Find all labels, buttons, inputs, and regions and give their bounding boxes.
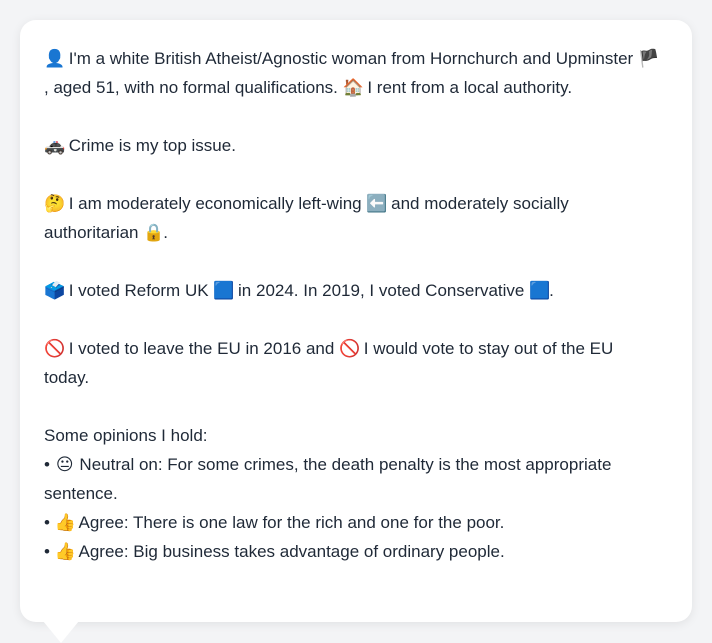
opinion-item: • 👍 Agree: There is one law for the rich… <box>44 508 662 537</box>
england-flag-icon: 🏴 <box>637 49 660 68</box>
blue-square-icon: 🟦 <box>529 281 551 300</box>
opinions-section: Some opinions I hold: • 😐 Neutral on: Fo… <box>44 421 662 566</box>
opinion-text: Agree: Big business takes advantage of o… <box>78 542 505 561</box>
bullet: • <box>44 455 50 474</box>
opinion-item: • 😐 Neutral on: For some crimes, the dea… <box>44 450 662 508</box>
eu-2016-text: I voted to leave the EU in 2016 and <box>68 339 335 358</box>
ideology-paragraph: 🤔 I am moderately economically left-wing… <box>44 189 662 247</box>
period: . <box>163 223 168 242</box>
left-arrow-icon: ⬅️ <box>366 194 388 213</box>
issue-paragraph: 🚓 Crime is my top issue. <box>44 131 662 160</box>
thinking-face-icon: 🤔 <box>44 194 66 213</box>
ballot-box-icon: 🗳️ <box>44 281 66 300</box>
period: . <box>549 281 554 300</box>
opinion-text: Neutral on: For some crimes, the death p… <box>44 455 612 503</box>
intro-text-age: , aged 51, with no formal qualifications… <box>44 78 338 97</box>
neutral-face-icon: 😐 <box>55 455 74 474</box>
intro-text-housing: I rent from a local authority. <box>367 78 573 97</box>
ideology-economic-text: I am moderately economically left-wing <box>68 194 362 213</box>
person-icon: 👤 <box>44 49 66 68</box>
persona-message-bubble: 👤 I'm a white British Atheist/Agnostic w… <box>20 20 692 622</box>
thumbs-up-icon: 👍 <box>54 513 76 532</box>
vote-2024-text: I voted Reform UK <box>68 281 209 300</box>
thumbs-up-icon: 👍 <box>54 542 76 561</box>
intro-paragraph: 👤 I'm a white British Atheist/Agnostic w… <box>44 44 662 102</box>
vote-2019-text: in 2024. In 2019, I voted Conservative <box>238 281 525 300</box>
blue-square-icon: 🟦 <box>213 281 235 300</box>
opinion-item: • 👍 Agree: Big business takes advantage … <box>44 537 662 566</box>
police-car-icon: 🚓 <box>44 136 66 155</box>
issue-text: Crime is my top issue. <box>68 136 236 155</box>
house-icon: 🏠 <box>342 78 364 97</box>
bullet: • <box>44 513 50 532</box>
opinions-heading: Some opinions I hold: <box>44 426 208 445</box>
opinion-text: Agree: There is one law for the rich and… <box>78 513 505 532</box>
vote-paragraph: 🗳️ I voted Reform UK 🟦 in 2024. In 2019,… <box>44 276 662 305</box>
prohibited-icon: 🚫 <box>44 339 66 358</box>
lock-icon: 🔒 <box>143 223 165 242</box>
opinions-list: • 😐 Neutral on: For some crimes, the dea… <box>44 450 662 566</box>
bubble-tail <box>43 621 79 643</box>
bullet: • <box>44 542 50 561</box>
prohibited-icon: 🚫 <box>339 339 361 358</box>
eu-paragraph: 🚫 I voted to leave the EU in 2016 and 🚫 … <box>44 334 662 392</box>
intro-text: I'm a white British Atheist/Agnostic wom… <box>68 49 634 68</box>
